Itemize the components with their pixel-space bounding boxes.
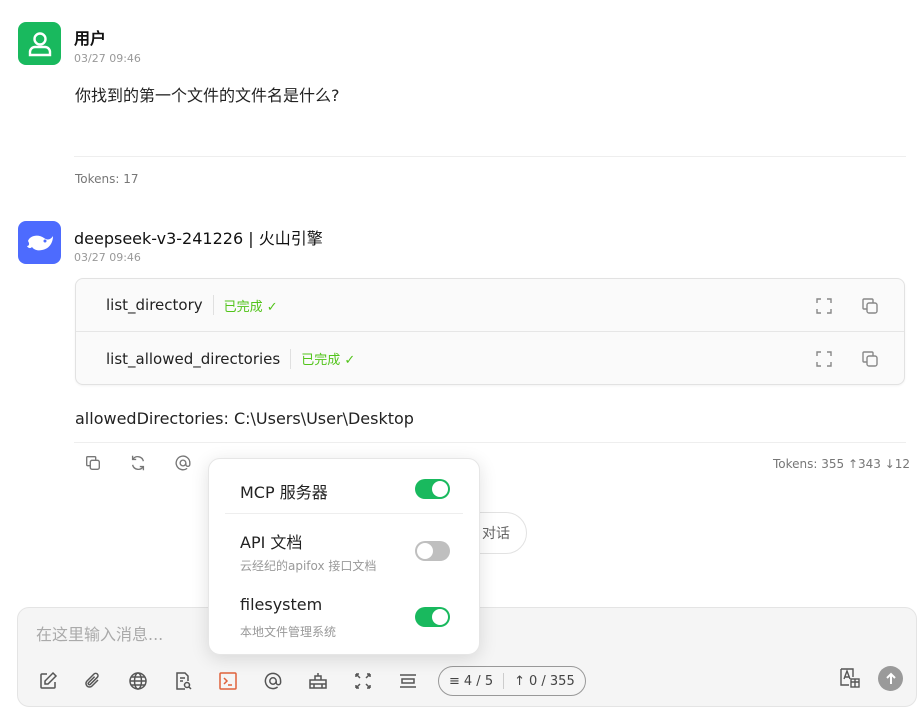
expand-arrows-icon <box>355 673 371 689</box>
tool-call-name: list_allowed_directories <box>106 349 281 368</box>
attach-button[interactable] <box>82 670 104 692</box>
copy-icon[interactable] <box>860 296 880 316</box>
mcp-option-title: API 文档 <box>240 533 303 552</box>
tool-call-row[interactable]: list_directory 已完成 ✓ <box>76 279 904 332</box>
mcp-option-title: MCP 服务器 <box>240 483 328 502</box>
quick-phrases-button[interactable] <box>307 670 329 692</box>
composer-toolbar: ≡ 4 / 5 ↑ 0 / 355 <box>37 666 586 696</box>
copy-icon <box>86 456 100 470</box>
assistant-message-time: 03/27 09:46 <box>74 251 141 264</box>
copy-message-button[interactable] <box>83 453 103 473</box>
at-icon <box>264 672 282 690</box>
clear-context-button[interactable] <box>397 670 419 692</box>
send-button[interactable] <box>878 666 903 691</box>
deepseek-avatar <box>18 221 61 264</box>
divider <box>74 442 906 443</box>
knowledge-base-button[interactable] <box>172 670 194 692</box>
mcp-option-description: 云经纪的apifox 接口文档 <box>240 559 377 573</box>
mcp-servers-popover: MCP 服务器 API 文档 云经纪的apifox 接口文档 filesyste… <box>208 458 480 655</box>
expand-composer-button[interactable] <box>352 670 374 692</box>
message-actions <box>83 453 193 473</box>
terminal-icon <box>219 672 237 690</box>
mention-model-button[interactable] <box>262 670 284 692</box>
user-message-text: 你找到的第一个文件的文件名是什么? <box>75 86 340 105</box>
translate-button[interactable] <box>838 666 862 690</box>
user-token-count: Tokens: 17 <box>75 172 139 186</box>
toolbox-icon <box>309 673 327 689</box>
paperclip-icon <box>85 672 99 688</box>
mcp-option-toggle[interactable] <box>415 607 450 627</box>
assistant-message-text: allowedDirectories: C:\Users\User\Deskto… <box>75 409 414 428</box>
expand-icon[interactable] <box>814 349 834 369</box>
tool-call-status: 已完成 ✓ <box>223 299 278 315</box>
list-icon: ≡ <box>449 673 460 689</box>
separator <box>212 295 214 315</box>
regenerate-button[interactable] <box>128 453 148 473</box>
user-icon <box>28 31 51 56</box>
tool-call-row[interactable]: list_allowed_directories 已完成 ✓ <box>76 332 904 385</box>
mention-button[interactable] <box>173 453 193 473</box>
tool-calls-panel: list_directory 已完成 ✓ list_allowed_direct… <box>75 278 905 385</box>
divider-icon <box>400 674 416 688</box>
separator <box>503 673 505 689</box>
user-name: 用户 <box>74 29 107 48</box>
arrow-up-icon: ↑ <box>514 673 525 689</box>
separator <box>290 348 292 369</box>
globe-icon <box>129 672 147 690</box>
token-count: 0 / 355 <box>529 673 575 689</box>
mcp-server-button[interactable] <box>217 670 239 692</box>
edit-icon <box>40 671 58 689</box>
user-avatar <box>18 22 61 65</box>
user-message-time: 03/27 09:46 <box>74 52 141 65</box>
divider <box>74 156 906 157</box>
mcp-option-toggle[interactable] <box>415 479 450 499</box>
file-search-icon <box>176 672 192 690</box>
arrow-up-icon <box>885 672 896 684</box>
new-chat-label: 对话 <box>482 526 510 542</box>
at-icon <box>175 455 191 471</box>
translate-icon <box>840 668 860 688</box>
divider <box>225 513 463 514</box>
new-topic-button[interactable] <box>37 670 59 692</box>
mcp-option-description: 本地文件管理系统 <box>240 625 337 639</box>
deepseek-whale-icon <box>26 235 53 250</box>
copy-icon[interactable] <box>860 349 880 369</box>
tool-call-name: list_directory <box>106 296 203 314</box>
mcp-option-title: filesystem <box>240 595 323 614</box>
refresh-icon <box>131 455 145 471</box>
context-count: 4 / 5 <box>463 673 494 689</box>
context-counter[interactable]: ≡ 4 / 5 ↑ 0 / 355 <box>438 666 586 696</box>
assistant-token-count: Tokens: 355 ↑343 ↓12 <box>773 457 911 471</box>
mcp-option-toggle[interactable] <box>415 541 450 561</box>
model-name: deepseek-v3-241226 | 火山引擎 <box>74 229 323 248</box>
expand-icon[interactable] <box>814 296 834 316</box>
web-search-button[interactable] <box>127 670 149 692</box>
tool-call-status: 已完成 ✓ <box>301 353 356 368</box>
